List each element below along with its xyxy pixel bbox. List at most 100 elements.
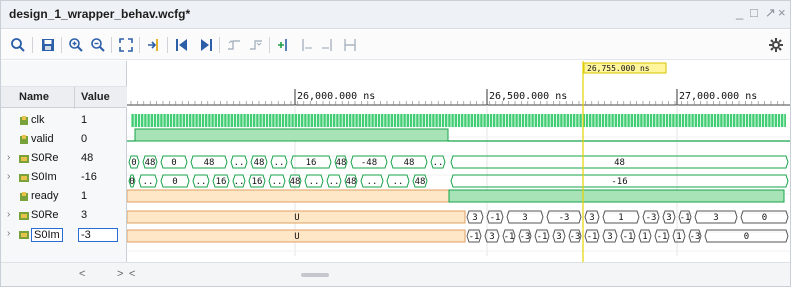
s0re-2-value: -3 <box>559 213 570 223</box>
s0im-1-value: .. <box>143 177 154 187</box>
value-column-header[interactable]: Value <box>81 91 110 103</box>
bit-signal-icon <box>20 192 28 201</box>
ready-undefined <box>127 189 450 203</box>
signal-value: 48 <box>81 152 94 164</box>
s0im-1-value: .. <box>196 177 207 187</box>
ruler-label: 26,000.000 ns <box>297 91 375 102</box>
bus-signal-icon <box>19 212 29 220</box>
scroll-thumb[interactable] <box>301 273 329 277</box>
s0re-1-value: 16 <box>306 158 317 168</box>
signal-name[interactable]: S0Im <box>31 171 57 183</box>
expand-icon[interactable]: › <box>7 152 10 163</box>
signal-name[interactable]: S0Im <box>31 228 63 242</box>
s0re-2-value: -1 <box>680 213 691 223</box>
s0im-1-value: .. <box>393 177 404 187</box>
go-to-end-icon[interactable] <box>197 36 215 54</box>
gear-icon[interactable] <box>767 36 785 54</box>
signal-name[interactable]: ready <box>31 190 59 202</box>
bus-signal-icon <box>19 231 29 239</box>
s0im-2-value: -1 <box>623 232 634 242</box>
add-marker-icon[interactable] <box>275 36 293 54</box>
swap-cursors-icon[interactable] <box>341 36 359 54</box>
prev-marker-icon[interactable] <box>297 36 315 54</box>
s0im-2-value: -3 <box>570 232 581 242</box>
signal-row[interactable]: › S0Im -3 <box>1 226 127 245</box>
s0im-1-value: 48 <box>346 177 357 187</box>
save-icon[interactable] <box>39 36 57 54</box>
scroll-left-icon[interactable]: < <box>79 268 85 280</box>
bus-signal-icon <box>19 174 29 182</box>
signal-name[interactable]: S0Re <box>31 209 59 221</box>
signal-row[interactable]: › S0Im -16 <box>1 169 127 188</box>
waveform-canvas[interactable]: 26,000.000 ns 26,500.000 ns 27,000.000 ns 0… <box>127 61 790 262</box>
scroll-right-icon[interactable]: > <box>117 268 123 280</box>
minimize-icon[interactable]: _ <box>736 5 743 20</box>
expand-icon[interactable]: › <box>7 171 10 182</box>
signal-value: -3 <box>78 228 118 242</box>
s0im-1-value: .. <box>234 177 245 187</box>
valid-high <box>134 128 449 142</box>
zoom-in-icon[interactable] <box>67 36 85 54</box>
zoom-fit-icon[interactable] <box>117 36 135 54</box>
wave-scroll-left-icon[interactable]: < <box>129 268 135 280</box>
signal-name[interactable]: S0Re <box>31 152 59 164</box>
prev-transition-icon[interactable] <box>225 36 243 54</box>
title-bar: design_1_wrapper_behav.wcfg* _ □ ↗ × <box>1 1 790 29</box>
s0im-2-value: 1 <box>642 232 647 242</box>
signal-value: 1 <box>81 114 88 126</box>
s0re-2-value: 3 <box>472 213 477 223</box>
s0re-1-value: -48 <box>361 158 377 168</box>
s0re-1-value: .. <box>433 158 444 168</box>
s0im-2-value: 1 <box>676 232 681 242</box>
name-column-header[interactable]: Name <box>19 91 49 103</box>
s0im-1-value: -16 <box>611 177 627 187</box>
s0re-2-value: 0 <box>762 213 767 223</box>
bus-signal-icon <box>19 155 29 163</box>
s0re-1-value: 48 <box>204 158 215 168</box>
signal-list-header: Name Value <box>1 86 127 109</box>
s0re-1-value: 0 <box>171 158 176 168</box>
window-title: design_1_wrapper_behav.wcfg* <box>9 7 191 21</box>
float-icon[interactable]: ↗ <box>765 5 776 21</box>
s0im-1-value: 16 <box>216 177 227 187</box>
s0im-1-value: .. <box>309 177 320 187</box>
s0im-2-value: -1 <box>469 232 480 242</box>
signal-row[interactable]: › S0Re 3 <box>1 207 127 226</box>
s0im-2-value: U <box>294 232 299 242</box>
horizontal-scrollbar[interactable]: < > < <box>1 262 790 286</box>
maximize-icon[interactable]: □ <box>750 5 758 20</box>
signal-row[interactable]: clk 1 <box>1 112 127 131</box>
close-icon[interactable]: × <box>778 5 786 20</box>
next-marker-icon[interactable] <box>319 36 337 54</box>
signal-name[interactable]: clk <box>31 114 44 126</box>
go-to-start-icon[interactable] <box>173 36 191 54</box>
signal-row[interactable]: ready 1 <box>1 188 127 207</box>
s0re-1-value: .. <box>274 158 285 168</box>
s0re-2-value: 3 <box>522 213 527 223</box>
signal-row[interactable]: › S0Re 48 <box>1 150 127 169</box>
go-to-cursor-icon[interactable] <box>145 36 163 54</box>
s0im-2-value: -3 <box>520 232 531 242</box>
zoom-out-icon[interactable] <box>89 36 107 54</box>
bit-signal-icon <box>20 116 28 125</box>
s0re-2-value: 3 <box>713 213 718 223</box>
bit-signal-icon <box>20 135 28 144</box>
expand-icon[interactable]: › <box>7 228 10 239</box>
next-transition-icon[interactable] <box>247 36 265 54</box>
s0re-1-value: 0 <box>131 158 136 168</box>
search-icon[interactable] <box>9 36 27 54</box>
s0im-1-value: 16 <box>252 177 263 187</box>
signal-value: 0 <box>81 133 88 145</box>
signal-name[interactable]: valid <box>31 133 54 145</box>
s0re-2-value: 3 <box>666 213 671 223</box>
waveform-area[interactable]: 26,000.000 ns 26,500.000 ns 27,000.000 ns 0… <box>127 61 790 262</box>
signal-value: -16 <box>81 171 97 183</box>
s0re-1-value: 48 <box>254 158 265 168</box>
s0re-2-value: -3 <box>646 213 657 223</box>
s0im-1-value: .. <box>272 177 283 187</box>
expand-icon[interactable]: › <box>7 209 10 220</box>
signal-value: 3 <box>81 209 88 221</box>
waveform-window: design_1_wrapper_behav.wcfg* _ □ ↗ × Nam… <box>0 0 791 287</box>
toolbar <box>1 30 790 60</box>
signal-row[interactable]: valid 0 <box>1 131 127 150</box>
